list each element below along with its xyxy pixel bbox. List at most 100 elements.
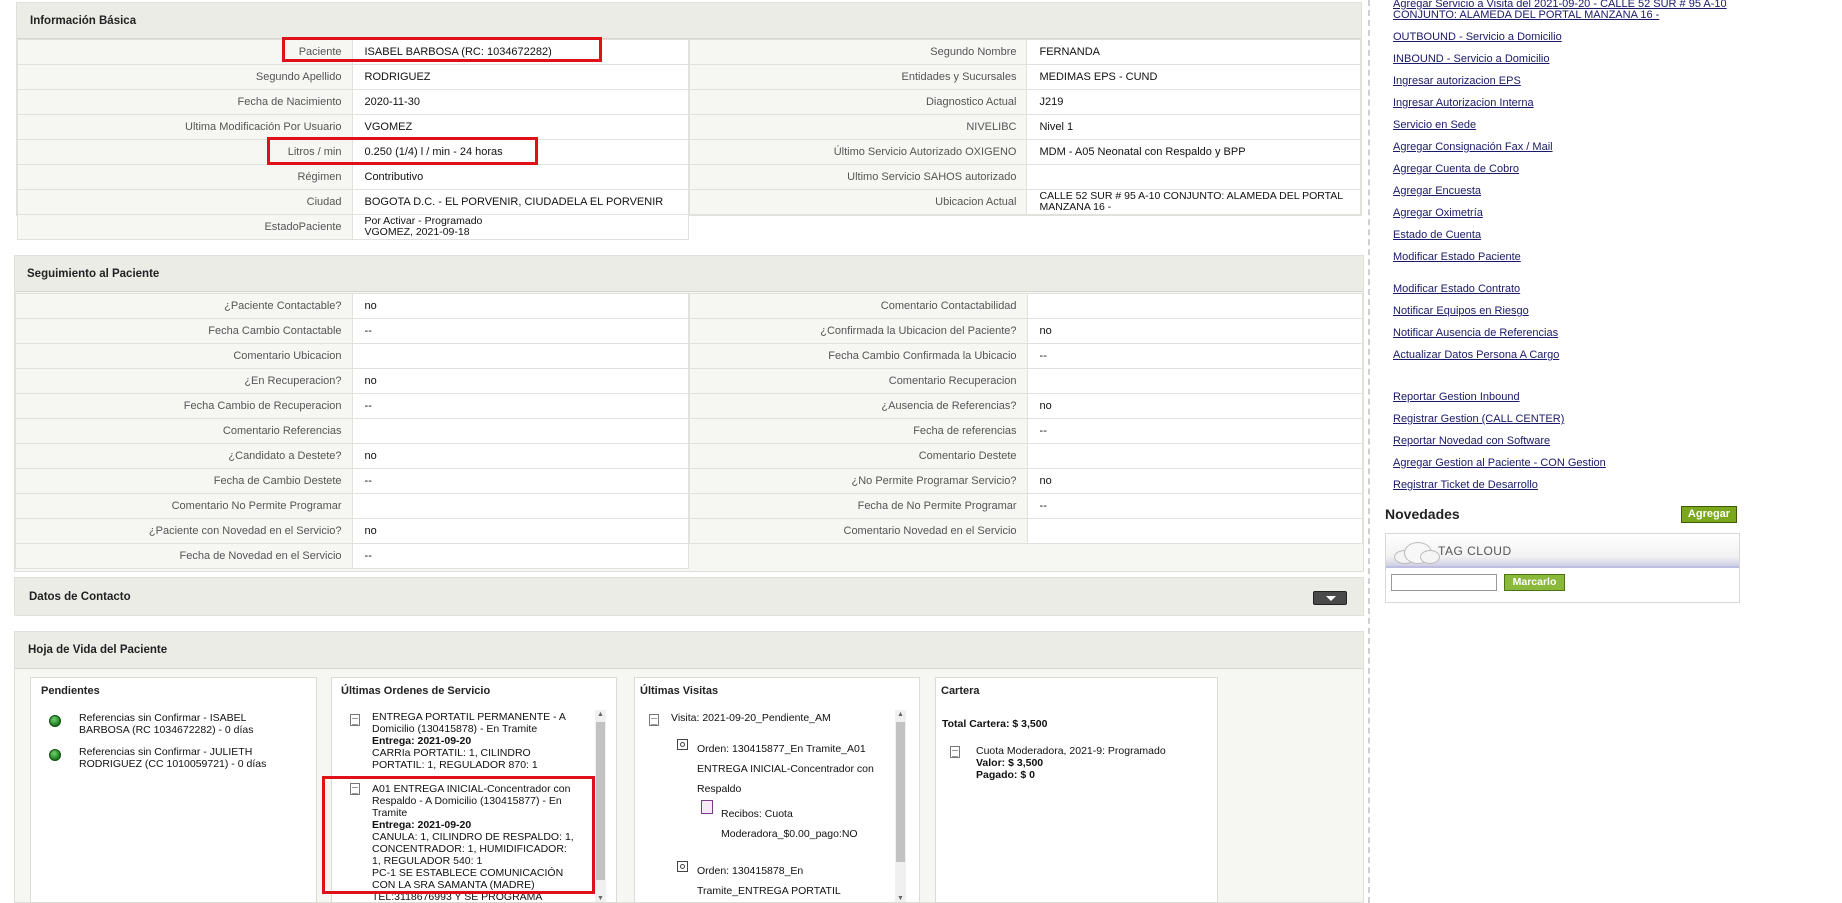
field-value: --: [351, 543, 690, 569]
pendiente-line1: Referencias sin Confirmar - ISABEL: [79, 712, 247, 724]
expand-toggle-button[interactable]: [1313, 591, 1347, 605]
field-value: MEDIMAS EPS - CUND: [1026, 64, 1361, 90]
sidebar-link[interactable]: Registrar Ticket de Desarrollo: [1393, 479, 1538, 491]
orden-text: PC-1 SE ESTABLECE COMUNICACIÓN: [372, 867, 564, 879]
scroll-down-icon[interactable]: ▼: [895, 894, 906, 902]
orden-entry[interactable]: A01 ENTREGA INICIAL-Concentrador con Res…: [372, 783, 597, 902]
sidebar-link[interactable]: Modificar Estado Paciente: [1393, 251, 1521, 263]
pendientes-title: Pendientes: [41, 685, 100, 697]
sidebar-link[interactable]: CONJUNTO: ALAMEDA DEL PORTAL MANZANA 16 …: [1393, 9, 1659, 21]
scroll-down-icon[interactable]: ▼: [595, 894, 606, 902]
info-row: Comentario Referencias: [15, 418, 690, 444]
info-row: Fecha de Cambio Destete --: [15, 468, 690, 494]
sidebar-link[interactable]: Actualizar Datos Persona A Cargo: [1393, 349, 1559, 361]
field-value: --: [351, 318, 690, 344]
sidebar-link[interactable]: OUTBOUND - Servicio a Domicilio: [1393, 31, 1562, 43]
scroll-thumb[interactable]: [896, 722, 905, 862]
info-row: Fecha Cambio de Recuperacion --: [15, 393, 690, 419]
field-label: Ultimo Servicio SAHOS autorizado: [688, 164, 1028, 190]
sidebar-link[interactable]: INBOUND - Servicio a Domicilio: [1393, 53, 1549, 65]
orden-entrega: Entrega: 2021-09-20: [372, 735, 472, 747]
info-row: Comentario Ubicacion: [15, 343, 690, 369]
orden-entrega: Entrega: 2021-09-20: [372, 819, 472, 831]
scroll-thumb[interactable]: [596, 722, 605, 880]
field-value: no: [1026, 468, 1364, 494]
info-row: Fecha de No Permite Programar --: [689, 493, 1364, 519]
agregar-button[interactable]: Agregar: [1681, 506, 1737, 523]
orden-text: CONCENTRADOR: 1, HUMIDIFICADOR:: [372, 843, 567, 855]
info-row: Fecha de Nacimiento 2020-11-30: [17, 89, 689, 115]
cartera-title: Cartera: [941, 685, 980, 697]
info-row: ¿No Permite Programar Servicio? no: [689, 468, 1364, 494]
info-row: Ciudad BOGOTA D.C. - EL PORVENIR, CIUDADE…: [17, 189, 689, 215]
basic-right-table: Segundo Nombre FERNANDA Entidades y Sucurs…: [688, 39, 1361, 215]
marcarlo-button[interactable]: Marcarlo: [1504, 574, 1565, 591]
contacto-title: Datos de Contacto: [29, 591, 131, 603]
orden-entry[interactable]: ENTREGA PORTATIL PERMANENTE - A Domicili…: [372, 711, 597, 771]
field-value: --: [1026, 418, 1364, 444]
sidebar-link[interactable]: Notificar Equipos en Riesgo: [1393, 305, 1529, 317]
info-row: ¿Confirmada la Ubicacion del Paciente? no: [689, 318, 1364, 344]
sidebar-link[interactable]: Agregar Gestion al Paciente - CON Gestio…: [1393, 457, 1606, 469]
field-label: Fecha de referencias: [689, 418, 1028, 444]
sidebar-link[interactable]: Ingresar Autorizacion Interna: [1393, 97, 1534, 109]
chevron-down-icon: [1326, 596, 1336, 601]
info-row: Entidades y Sucursales MEDIMAS EPS - CUND: [688, 64, 1361, 90]
sidebar-link[interactable]: Estado de Cuenta: [1393, 229, 1481, 241]
visita-orden-text: ENTREGA INICIAL-Concentrador con: [697, 763, 874, 775]
field-value: no: [1026, 318, 1364, 344]
cartera-item[interactable]: Cuota Moderadora, 2021-9: Programado Val…: [976, 745, 1206, 781]
visita-orden[interactable]: Orden: 130415877_En Tramite_A01 ENTREGA …: [697, 739, 892, 799]
receipt-icon: [701, 800, 713, 814]
visita-recibo[interactable]: Recibos: Cuota Moderadora_$0.00_pago:NO: [721, 804, 896, 844]
sidebar-link[interactable]: Notificar Ausencia de Referencias: [1393, 327, 1558, 339]
field-label: Diagnostico Actual: [688, 89, 1028, 115]
hoja-title: Hoja de Vida del Paciente: [28, 644, 168, 656]
sidebar-link[interactable]: Registrar Gestion (CALL CENTER): [1393, 413, 1564, 425]
seguimiento-right-table: Comentario Contactabilidad ¿Confirmada la…: [689, 293, 1364, 544]
field-value: J219: [1026, 89, 1361, 115]
field-label: Último Servicio Autorizado OXIGENO: [688, 139, 1028, 165]
orden-text: CANULA: 1, CILINDRO DE RESPALDO: 1,: [372, 831, 574, 843]
sidebar-link[interactable]: Servicio en Sede: [1393, 119, 1476, 131]
contacto-section[interactable]: Datos de Contacto: [14, 577, 1364, 616]
field-label: ¿Candidato a Destete?: [15, 443, 353, 469]
cartera-valor: Valor: $ 3,500: [976, 757, 1044, 769]
visita-orden[interactable]: Orden: 130415878_En Tramite_ENTREGA PORT…: [697, 861, 892, 901]
scroll-up-icon[interactable]: ▲: [895, 710, 906, 720]
sidebar-link[interactable]: Ingresar autorizacion EPS: [1393, 75, 1521, 87]
field-label: Fecha de Nacimiento: [17, 89, 353, 115]
scroll-up-icon[interactable]: ▲: [595, 710, 606, 720]
info-row: Comentario Destete: [689, 443, 1364, 469]
ordenes-scrollbar[interactable]: ▲ ▼: [595, 710, 606, 902]
sidebar-link[interactable]: Modificar Estado Contrato: [1393, 283, 1520, 295]
info-row: EstadoPaciente Por Activar - Programado VG…: [17, 214, 689, 240]
sidebar: Agregar Servicio a Visita del 2021-09-20…: [1385, 0, 1842, 903]
document-icon: [649, 714, 659, 726]
info-row: Fecha Cambio Confirmada la Ubicacio --: [689, 343, 1364, 369]
visita-entry[interactable]: Visita: 2021-09-20_Pendiente_AM: [671, 712, 831, 724]
sidebar-link[interactable]: Reportar Gestion Inbound: [1393, 391, 1520, 403]
sidebar-link[interactable]: Agregar Encuesta: [1393, 185, 1481, 197]
sidebar-link[interactable]: Agregar Oximetría: [1393, 207, 1483, 219]
document-icon: [350, 783, 360, 795]
field-value: [351, 493, 690, 519]
sidebar-link[interactable]: Agregar Cuenta de Cobro: [1393, 163, 1519, 175]
sidebar-link[interactable]: Reportar Novedad con Software: [1393, 435, 1550, 447]
field-label: Segundo Nombre: [688, 39, 1028, 65]
field-label: ¿Paciente con Novedad en el Servicio?: [15, 518, 353, 544]
field-label: Fecha de Cambio Destete: [15, 468, 353, 494]
tag-input[interactable]: [1391, 574, 1497, 591]
sidebar-link[interactable]: Agregar Consignación Fax / Mail: [1393, 141, 1553, 153]
field-value: ISABEL BARBOSA (RC: 1034672282): [351, 39, 689, 65]
field-value: no: [351, 518, 690, 544]
field-value: [1026, 518, 1364, 544]
pendiente-line2: RODRIGUEZ (CC 1010059721) - 0 días: [79, 758, 267, 770]
visitas-scrollbar[interactable]: ▲ ▼: [895, 710, 906, 902]
field-label: Fecha de No Permite Programar: [689, 493, 1028, 519]
orden-text: CON LA SRA SAMANTA (MADRE): [372, 879, 535, 891]
info-row: ¿En Recuperacion? no: [15, 368, 690, 394]
field-value: 2020-11-30: [351, 89, 689, 115]
info-row: Comentario No Permite Programar: [15, 493, 690, 519]
field-label: Ultima Modificación Por Usuario: [17, 114, 353, 140]
